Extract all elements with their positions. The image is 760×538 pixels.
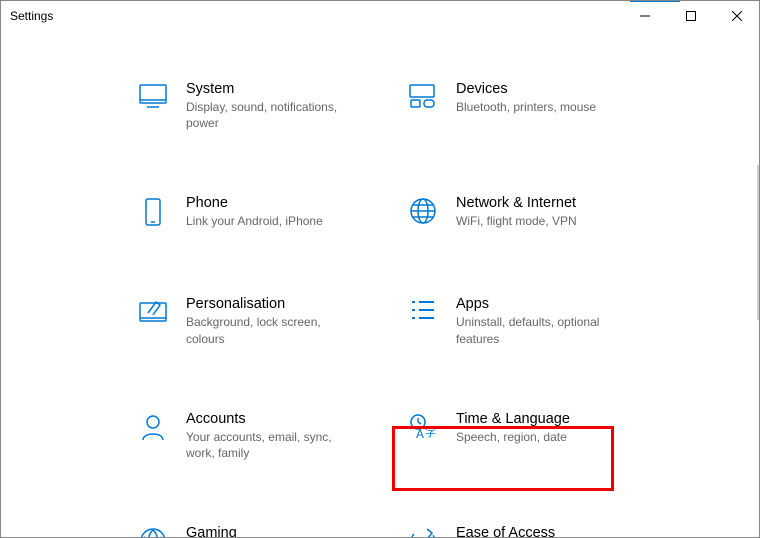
tile-title: Apps	[456, 296, 614, 312]
time-language-icon: A字	[408, 413, 438, 446]
tile-desc: Bluetooth, printers, mouse	[456, 99, 596, 115]
tile-desc: Background, lock screen, colours	[186, 314, 344, 346]
tile-title: Network & Internet	[456, 195, 577, 211]
tile-desc: Display, sound, notifications, power	[186, 99, 344, 131]
tile-personalisation[interactable]: Personalisation Background, lock screen,…	[130, 294, 400, 348]
tile-ease-of-access[interactable]: Ease of Access	[400, 523, 670, 538]
tile-title: Ease of Access	[456, 525, 555, 538]
titlebar: Settings	[0, 1, 760, 31]
apps-icon	[410, 298, 436, 327]
svg-text:字: 字	[425, 425, 436, 439]
tile-title: Devices	[456, 81, 596, 97]
tile-phone[interactable]: Phone Link your Android, iPhone	[130, 193, 400, 234]
tile-accounts[interactable]: Accounts Your accounts, email, sync, wor…	[130, 409, 400, 463]
ease-of-access-icon	[409, 527, 437, 538]
tile-gaming[interactable]: Gaming	[130, 523, 400, 538]
tile-system[interactable]: System Display, sound, notifications, po…	[130, 79, 400, 133]
tile-title: Accounts	[186, 411, 344, 427]
tile-title: Gaming	[186, 525, 237, 538]
tile-network[interactable]: Network & Internet WiFi, flight mode, VP…	[400, 193, 670, 234]
tile-title: System	[186, 81, 344, 97]
tile-desc: Link your Android, iPhone	[186, 213, 323, 229]
svg-text:A: A	[416, 427, 424, 441]
tile-desc: Your accounts, email, sync, work, family	[186, 429, 344, 461]
minimize-button[interactable]	[622, 1, 668, 31]
window-title: Settings	[10, 9, 53, 23]
tile-apps[interactable]: Apps Uninstall, defaults, optional featu…	[400, 294, 670, 348]
maximize-button[interactable]	[668, 1, 714, 31]
tile-desc: WiFi, flight mode, VPN	[456, 213, 577, 229]
scrollbar[interactable]	[757, 165, 759, 320]
system-icon	[138, 83, 168, 114]
settings-content: System Display, sound, notifications, po…	[0, 31, 760, 538]
tile-desc: Uninstall, defaults, optional features	[456, 314, 614, 346]
close-button[interactable]	[714, 1, 760, 31]
devices-icon	[408, 83, 438, 114]
tile-time-language[interactable]: A字 Time & Language Speech, region, date	[400, 409, 670, 463]
tile-title: Phone	[186, 195, 323, 211]
gaming-icon	[139, 527, 167, 538]
tile-title: Personalisation	[186, 296, 344, 312]
tile-title: Time & Language	[456, 411, 570, 427]
network-icon	[409, 197, 437, 230]
tile-desc: Speech, region, date	[456, 429, 570, 445]
tile-devices[interactable]: Devices Bluetooth, printers, mouse	[400, 79, 670, 133]
personalisation-icon	[138, 298, 168, 329]
phone-icon	[143, 197, 163, 232]
accounts-icon	[140, 413, 166, 446]
